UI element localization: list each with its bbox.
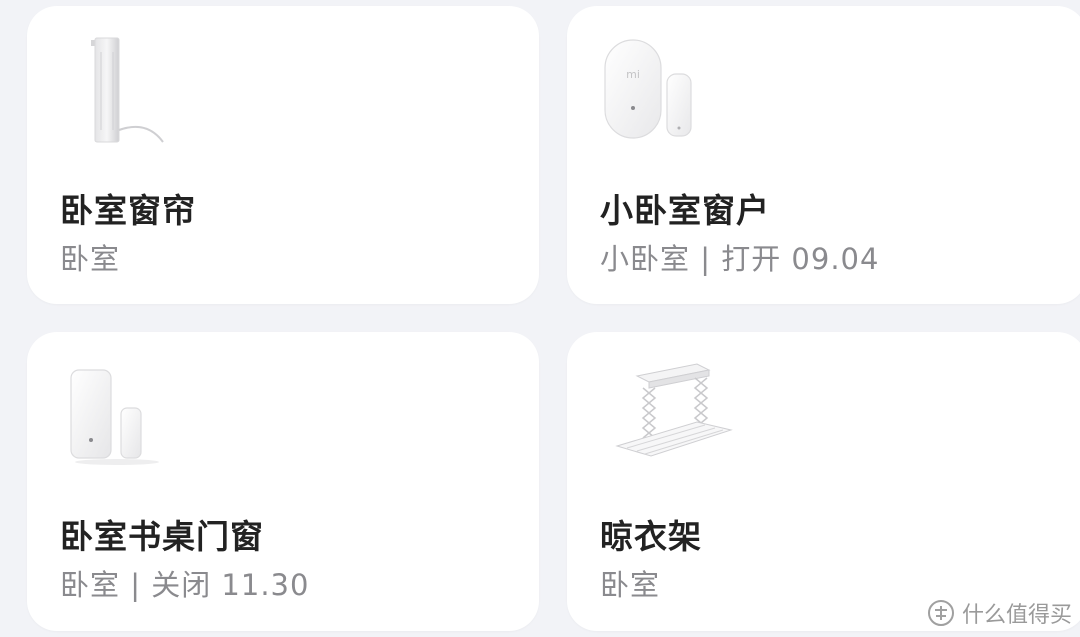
watermark: 什么值得买: [926, 597, 1072, 629]
device-name: 小卧室窗户: [600, 191, 770, 230]
zhi-logo-icon: [927, 600, 954, 626]
device-room-status: 卧室 | 关闭 11.30: [60, 568, 310, 602]
device-card-bedroom-desk-window[interactable]: 卧室书桌门窗 卧室 | 关闭 11.30: [27, 332, 539, 631]
curtain-motor-icon: [91, 37, 164, 143]
watermark-text: 什么值得买: [961, 603, 1072, 628]
device-card-small-bedroom-window[interactable]: mi 小卧室窗户 小卧室 | 打开 09.04: [567, 6, 1080, 304]
device-grid: 卧室窗帘 卧室 mi 小卧室窗户 小卧室 | 打开 09.04 卧室书桌门窗 卧…: [0, 0, 1080, 637]
device-name: 卧室窗帘: [60, 191, 196, 230]
device-room-status: 小卧室 | 打开 09.04: [600, 242, 880, 276]
device-room-status: 卧室: [600, 568, 661, 602]
svg-text:mi: mi: [626, 68, 640, 81]
device-name: 卧室书桌门窗: [60, 517, 264, 556]
device-name: 晾衣架: [600, 517, 702, 556]
door-window-sensor-icon: [70, 369, 159, 465]
door-window-sensor-icon: mi: [604, 39, 692, 139]
device-room-status: 卧室: [60, 242, 121, 276]
device-card-clothes-rack[interactable]: 晾衣架 卧室: [567, 332, 1080, 631]
device-card-bedroom-curtain[interactable]: 卧室窗帘 卧室: [27, 6, 539, 304]
clothes-rack-icon: [615, 363, 733, 457]
